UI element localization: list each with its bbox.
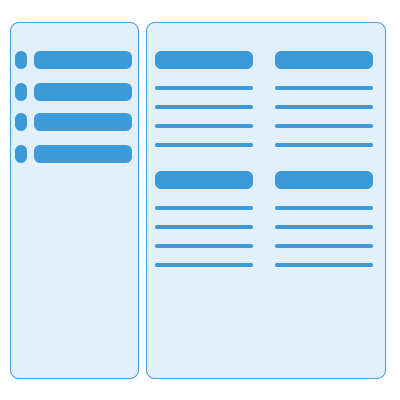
sidebar-item-bullet-icon bbox=[15, 145, 27, 163]
card-4-line-1[interactable] bbox=[275, 206, 373, 210]
sidebar-item-bullet-icon bbox=[15, 83, 27, 101]
card-2-line-4[interactable] bbox=[275, 143, 373, 147]
main-panel bbox=[146, 22, 386, 379]
card-2-line-1[interactable] bbox=[275, 86, 373, 90]
card-2-line-2[interactable] bbox=[275, 105, 373, 109]
card-4-line-4[interactable] bbox=[275, 263, 373, 267]
card-1-line-2[interactable] bbox=[155, 105, 253, 109]
card-3-line-4[interactable] bbox=[155, 263, 253, 267]
wireframe-page bbox=[0, 0, 400, 400]
card-4-title[interactable] bbox=[275, 171, 373, 189]
sidebar-item-3[interactable] bbox=[15, 113, 133, 131]
sidebar-item-label bbox=[34, 145, 132, 163]
sidebar-item-label bbox=[34, 83, 132, 101]
card-3-line-3[interactable] bbox=[155, 244, 253, 248]
card-1-line-4[interactable] bbox=[155, 143, 253, 147]
sidebar-panel bbox=[10, 22, 139, 379]
sidebar-item-bullet-icon bbox=[15, 113, 27, 131]
sidebar-item-4[interactable] bbox=[15, 145, 133, 163]
card-2-title[interactable] bbox=[275, 51, 373, 69]
card-4-line-3[interactable] bbox=[275, 244, 373, 248]
card-1-title[interactable] bbox=[155, 51, 253, 69]
sidebar-item-label bbox=[34, 51, 132, 69]
card-1-line-1[interactable] bbox=[155, 86, 253, 90]
card-4-line-2[interactable] bbox=[275, 225, 373, 229]
sidebar-item-bullet-icon bbox=[15, 51, 27, 69]
card-3-line-2[interactable] bbox=[155, 225, 253, 229]
card-1-line-3[interactable] bbox=[155, 124, 253, 128]
card-3-line-1[interactable] bbox=[155, 206, 253, 210]
sidebar-item-1[interactable] bbox=[15, 51, 133, 69]
card-3-title[interactable] bbox=[155, 171, 253, 189]
card-2-line-3[interactable] bbox=[275, 124, 373, 128]
sidebar-item-label bbox=[34, 113, 132, 131]
sidebar-item-2[interactable] bbox=[15, 83, 133, 101]
